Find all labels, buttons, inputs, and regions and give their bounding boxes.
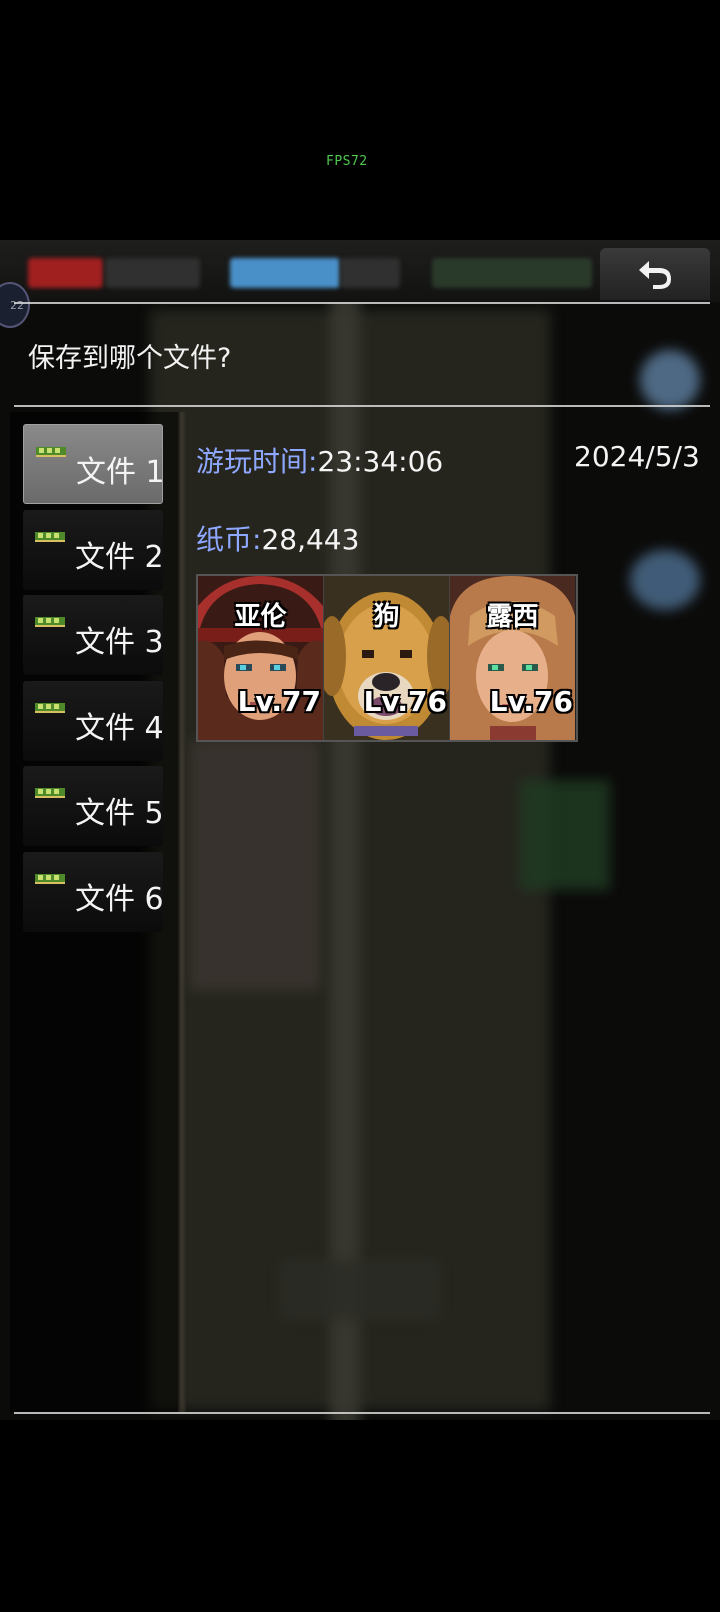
save-slot-label: 文件 2 [75,540,164,575]
save-slot-label: 文件 6 [75,882,164,917]
memory-chip-icon [35,874,65,884]
playtime-label: 游玩时间: [196,445,318,478]
memory-chip-icon [35,703,65,713]
save-slot-4[interactable]: 文件 4 [23,681,164,761]
party-member-name: 露西 [486,602,539,632]
save-slot-3[interactable]: 文件 3 [23,595,164,675]
save-slot-label: 文件 1 [76,455,165,490]
memory-chip-icon [35,788,65,798]
party-portraits: 亚伦 Lv.77 狗 Lv.76 露西 Lv.76 [196,574,578,742]
party-member-name: 亚伦 [234,602,287,632]
money-value: 28,443 [261,523,360,556]
playtime-value: 23:34:06 [317,445,444,478]
save-slot-label: 文件 4 [75,711,164,746]
save-slot-2[interactable]: 文件 2 [23,510,164,590]
divider-bottom [14,1412,710,1414]
party-member-aaron: 亚伦 Lv.77 [198,576,324,740]
memory-chip-icon [35,532,65,542]
fps-counter: FPS72 [326,154,368,169]
page-title: 保存到哪个文件? [28,343,232,374]
divider-top [14,302,710,304]
save-slot-1[interactable]: 文件 1 [23,424,165,504]
party-member-dog: 狗 Lv.76 [324,576,450,740]
save-date: 2024/5/3 [574,440,700,473]
party-member-level: Lv.77 [237,685,321,718]
sidebar-divider [178,412,186,1412]
party-member-level: Lv.76 [363,685,447,718]
back-button[interactable] [600,248,710,300]
save-slot-label: 文件 3 [75,625,164,660]
save-slot-label: 文件 5 [75,796,164,831]
party-member-name: 狗 [373,602,400,632]
back-arrow-icon [639,261,671,289]
divider-title [14,405,710,407]
memory-chip-icon [36,447,66,457]
party-member-level: Lv.76 [489,685,573,718]
party-member-lucy: 露西 Lv.76 [450,576,575,740]
playtime-row: 游玩时间:23:34:06 [196,440,443,480]
save-slot-5[interactable]: 文件 5 [23,766,164,846]
money-row: 纸币:28,443 [196,518,359,558]
memory-chip-icon [35,617,65,627]
money-label: 纸币: [196,523,262,556]
save-slot-6[interactable]: 文件 6 [23,852,164,932]
